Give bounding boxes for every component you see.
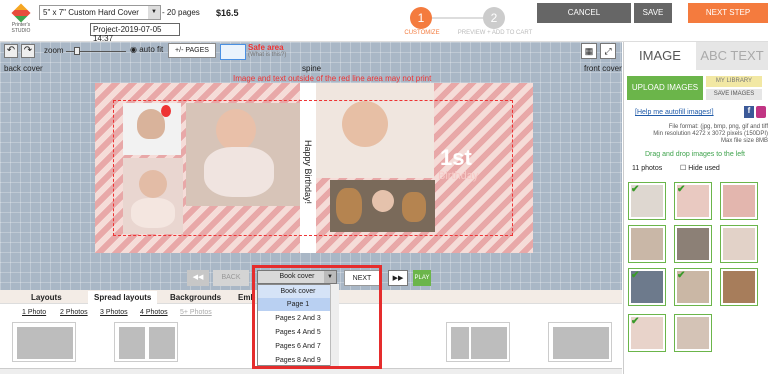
zoom-label: zoom (44, 46, 64, 55)
first-page-icon[interactable]: ◀◀ (187, 270, 209, 286)
file-info-format: File format: (jpg, bmp, png, gif and tif… (668, 124, 768, 130)
check-icon: ✔ (677, 270, 686, 281)
photo-thumbnail[interactable]: ✔ (674, 182, 712, 220)
safe-area-icon[interactable] (220, 44, 246, 60)
hide-used-label: Hide used (688, 165, 720, 172)
file-info-size: Max file size 8MB (720, 138, 768, 144)
project-name-field[interactable]: Project-2019-07-05 14:37 (90, 23, 180, 43)
printers-studio-logo: Printer's STUDIO (6, 3, 36, 38)
step-connector (432, 17, 483, 19)
hide-used-checkbox[interactable]: ☐ Hide used (680, 164, 720, 172)
spine-label: spine (302, 64, 322, 73)
pages-button[interactable]: +/- PAGES (168, 43, 216, 58)
layout-template[interactable] (12, 322, 76, 362)
safe-area-label[interactable]: Safe area (248, 43, 284, 52)
photo-thumbnail[interactable] (720, 268, 758, 306)
save-images-button[interactable]: SAVE IMAGES (706, 89, 762, 100)
photo-thumbnail[interactable] (674, 314, 712, 352)
step-1-indicator: 1 (410, 7, 432, 29)
fullscreen-icon[interactable]: ⤢ (600, 43, 616, 59)
size-select-value: 5" x 7" Custom Hard Cover (43, 8, 139, 17)
layout-template[interactable] (114, 322, 178, 362)
chevron-down-icon: ▼ (148, 6, 160, 19)
photo-thumbnail[interactable]: ✔ (628, 182, 666, 220)
layout-template[interactable] (548, 322, 612, 362)
back-button[interactable]: BACK (213, 270, 249, 286)
next-step-button[interactable]: NEXT STEP (688, 3, 768, 23)
highlight-box (252, 265, 382, 369)
price-text: $16.5 (216, 8, 239, 18)
photo-thumbnail[interactable] (720, 182, 758, 220)
photo-thumbnail[interactable]: ✔ (628, 314, 666, 352)
last-page-icon[interactable]: ▶▶ (388, 270, 408, 286)
my-library-button[interactable]: MY LIBRARY (706, 76, 762, 87)
photo-thumbnail[interactable] (674, 225, 712, 263)
safe-area-red-line (113, 100, 513, 236)
photo-thumbnail[interactable] (720, 225, 758, 263)
tab-backgrounds[interactable]: Backgrounds (164, 291, 227, 304)
tab-text[interactable]: ABC TEXT (696, 42, 768, 70)
check-icon: ✔ (677, 184, 686, 195)
redo-icon[interactable]: ↷ (21, 44, 35, 58)
file-info: File format: (jpg, bmp, png, gif and tif… (630, 124, 768, 145)
photo-thumbnail[interactable]: ✔ (628, 268, 666, 306)
step-2-indicator: 2 (483, 7, 505, 29)
step-2-label: PREVIEW + ADD TO CART (457, 30, 533, 36)
step-1-label: CUSTOMIZE (404, 30, 440, 36)
filter-3-photos[interactable]: 3 Photos (100, 309, 128, 316)
layout-template[interactable] (446, 322, 510, 362)
front-cover-label: front cover (584, 64, 622, 73)
back-cover-label: back cover (4, 64, 43, 73)
pages-count-text: - 20 pages (162, 8, 200, 17)
cancel-button[interactable]: CANCEL (537, 3, 631, 23)
autofill-help-link[interactable]: [Help me autofill images!] (635, 109, 714, 116)
save-button[interactable]: SAVE (634, 3, 672, 23)
undo-icon[interactable]: ↶ (4, 44, 18, 58)
logo-text: Printer's STUDIO (11, 22, 31, 34)
tab-spread-layouts[interactable]: Spread layouts (88, 291, 158, 304)
check-icon: ✔ (631, 270, 640, 281)
autofit-radio[interactable]: ◉ auto fit (130, 45, 163, 54)
autofit-label: auto fit (139, 45, 164, 54)
filter-4-photos[interactable]: 4 Photos (140, 309, 168, 316)
drag-hint: Drag and drop images to the left (645, 151, 746, 158)
check-icon: ✔ (631, 316, 640, 327)
zoom-slider-handle[interactable] (74, 47, 80, 55)
size-select[interactable]: 5" x 7" Custom Hard Cover ▼ (39, 5, 161, 20)
tab-layouts[interactable]: Layouts (25, 291, 68, 304)
instagram-icon[interactable] (756, 106, 766, 118)
safe-area-help-link[interactable]: (What is this?) (248, 52, 286, 58)
check-icon: ✔ (631, 184, 640, 195)
print-warning-text: Image and text outside of the red line a… (233, 74, 432, 83)
file-info-resolution: Min resolution 4272 x 3072 pixels (150DP… (653, 131, 768, 137)
tab-image[interactable]: IMAGE (624, 42, 696, 70)
play-button[interactable]: PLAY (413, 270, 431, 286)
facebook-icon[interactable]: f (744, 106, 754, 118)
filter-1-photo[interactable]: 1 Photo (22, 309, 46, 316)
filter-5plus-photos[interactable]: 5+ Photos (180, 309, 212, 316)
photo-thumbnail[interactable] (628, 225, 666, 263)
upload-images-button[interactable]: UPLOAD IMAGES (627, 76, 703, 100)
filter-2-photos[interactable]: 2 Photos (60, 309, 88, 316)
photo-count: 11 photos (632, 165, 663, 172)
grid-icon[interactable]: ▦ (581, 43, 597, 59)
photo-thumbnail[interactable]: ✔ (674, 268, 712, 306)
